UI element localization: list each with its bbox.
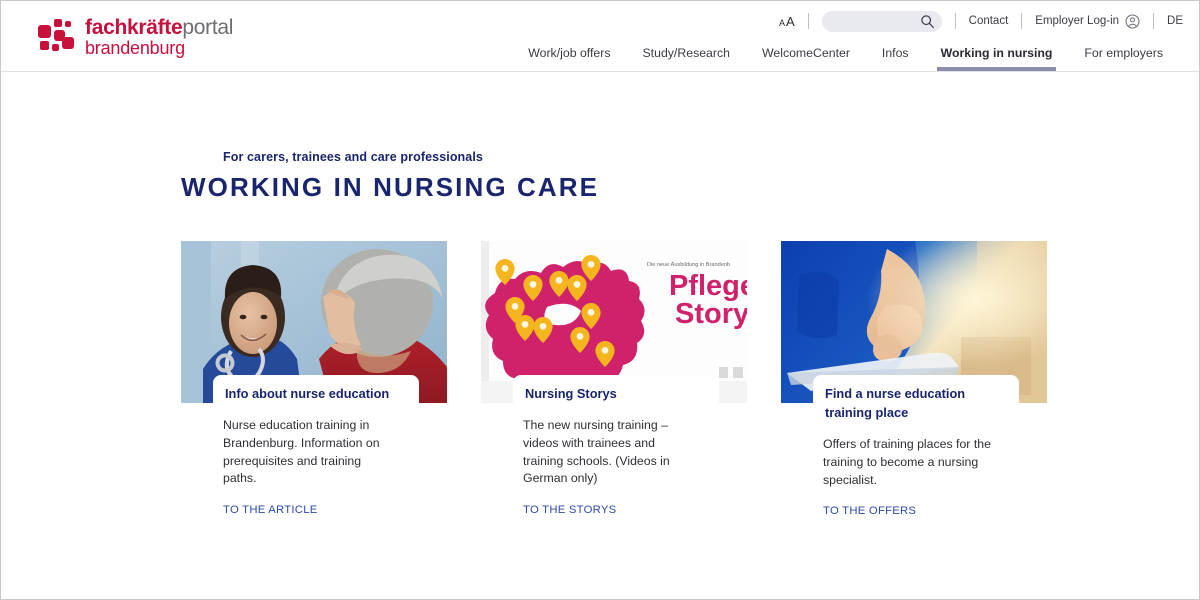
- image-overline-text: Die neue Ausbildung in Brandenb: [647, 262, 730, 268]
- utility-divider: [954, 13, 956, 29]
- employer-login-link[interactable]: Employer Log-in: [1035, 14, 1140, 29]
- nav-item-infos[interactable]: Infos: [866, 46, 925, 71]
- logo-text-bold: fachkräfte: [85, 16, 183, 39]
- card-body: Nurse education training in Brandenburg.…: [181, 417, 447, 518]
- fachkraefteportal-logo-mark: [38, 19, 74, 55]
- user-icon: [1125, 14, 1140, 29]
- card-cta-link[interactable]: TO THE OFFERS: [823, 505, 916, 517]
- utility-divider: [1021, 13, 1023, 29]
- image-headline-line2: Storys: [675, 298, 747, 330]
- logo-text-subline: brandenburg: [85, 38, 185, 59]
- card-title-box: Info about nurse education: [213, 375, 419, 415]
- teaser-card-training-place[interactable]: Find a nurse education training place Of…: [781, 241, 1047, 519]
- main-navigation: Work/job offers Study/Research WelcomeCe…: [512, 39, 1179, 71]
- teaser-card-nursing-storys[interactable]: Die neue Ausbildung in Brandenb Pflege S…: [481, 241, 747, 519]
- teaser-card-nurse-education[interactable]: Info about nurse education Nurse educati…: [181, 241, 447, 519]
- browser-page: fachkräfteportal brandenburg A A Contact…: [0, 0, 1200, 600]
- card-description: Nurse education training in Brandenburg.…: [223, 418, 380, 486]
- nav-item-study-research[interactable]: Study/Research: [626, 46, 746, 71]
- card-body: The new nursing training – videos with t…: [481, 417, 747, 518]
- card-body: Offers of training places for the traini…: [781, 436, 1047, 519]
- search-box[interactable]: [821, 10, 942, 32]
- nav-item-working-in-nursing[interactable]: Working in nursing: [925, 46, 1069, 71]
- page-title: WORKING IN NURSING CARE: [181, 172, 600, 202]
- language-switch-de[interactable]: DE: [1167, 15, 1183, 27]
- card-cta-link[interactable]: TO THE STORYS: [523, 504, 616, 516]
- employer-login-label: Employer Log-in: [1035, 15, 1120, 27]
- utility-divider: [807, 13, 809, 29]
- card-description: The new nursing training – videos with t…: [523, 418, 670, 486]
- site-header: fachkräfteportal brandenburg A A Contact…: [1, 1, 1199, 72]
- nav-item-for-employers[interactable]: For employers: [1068, 46, 1179, 71]
- nav-item-welcomecenter[interactable]: WelcomeCenter: [746, 46, 866, 71]
- card-cta-link[interactable]: TO THE ARTICLE: [223, 504, 318, 516]
- card-title: Find a nurse education training place: [825, 386, 966, 420]
- font-size-large-label: A: [785, 13, 795, 29]
- site-logo[interactable]: fachkräfteportal brandenburg: [38, 17, 233, 58]
- search-input[interactable]: [831, 10, 927, 32]
- font-size-small-label: A: [778, 17, 785, 28]
- nav-item-work-job-offers[interactable]: Work/job offers: [512, 46, 626, 71]
- font-size-toggle[interactable]: A A: [779, 14, 795, 29]
- contact-link[interactable]: Contact: [969, 15, 1009, 27]
- utility-bar: A A Contact Employer Log-in DE: [779, 9, 1183, 33]
- logo-wordmark: fachkräfteportal brandenburg: [85, 17, 233, 58]
- card-title: Info about nurse education: [225, 386, 390, 401]
- card-title-box: Nursing Storys: [513, 375, 719, 415]
- card-title-box: Find a nurse education training place: [813, 375, 1019, 434]
- card-description: Offers of training places for the traini…: [823, 437, 991, 487]
- search-icon[interactable]: [920, 14, 935, 29]
- page-kicker: For carers, trainees and care profession…: [223, 150, 483, 164]
- utility-divider: [1153, 13, 1155, 29]
- card-title: Nursing Storys: [525, 386, 617, 401]
- teaser-card-grid: Info about nurse education Nurse educati…: [181, 241, 1047, 519]
- logo-text-light: portal: [182, 16, 234, 39]
